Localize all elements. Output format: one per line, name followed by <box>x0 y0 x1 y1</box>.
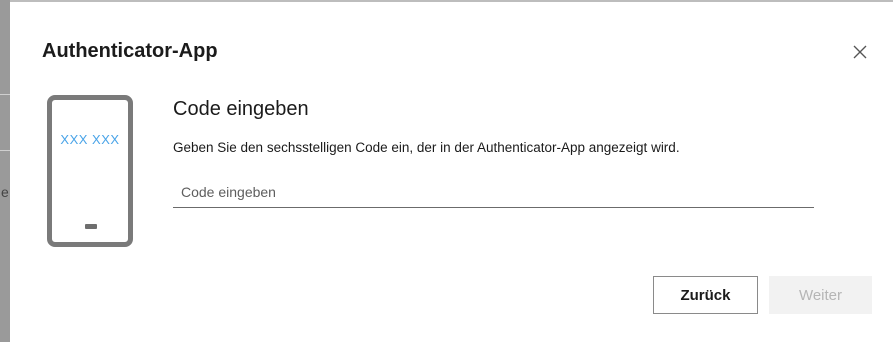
close-button[interactable] <box>848 40 872 64</box>
close-icon <box>853 45 867 59</box>
dialog-title: Authenticator-App <box>42 40 218 62</box>
background-divider <box>0 150 10 151</box>
instruction-text: Geben Sie den sechsstelligen Code ein, d… <box>173 140 680 155</box>
phone-code-text: XXX XXX <box>60 132 120 147</box>
screen: e Authenticator-App XXX XXX Code eingebe… <box>0 0 893 342</box>
code-input[interactable] <box>173 176 814 208</box>
authenticator-dialog: Authenticator-App XXX XXX Code eingeben … <box>10 0 893 342</box>
phone-home-button <box>85 224 97 229</box>
section-heading: Code eingeben <box>173 98 309 120</box>
background-text: e <box>1 184 9 200</box>
phone-icon: XXX XXX <box>47 95 133 247</box>
next-button[interactable]: Weiter <box>769 276 872 314</box>
background-page <box>0 0 10 342</box>
back-button[interactable]: Zurück <box>653 276 758 314</box>
background-divider <box>0 94 10 95</box>
